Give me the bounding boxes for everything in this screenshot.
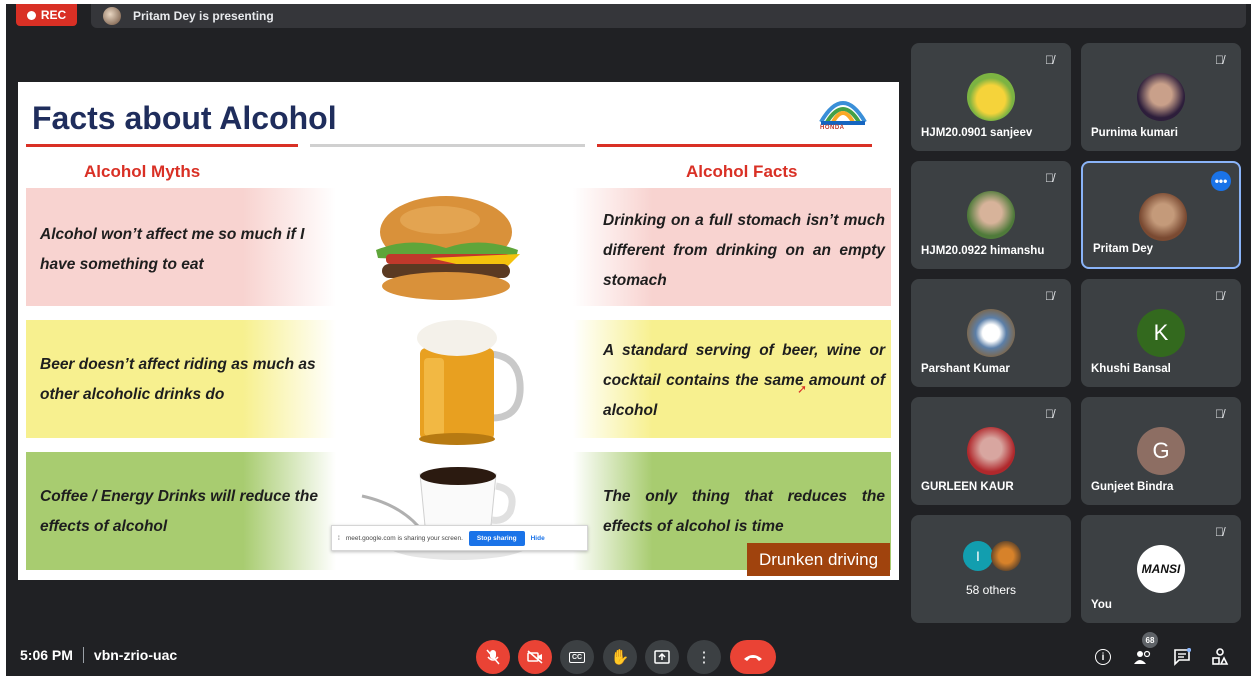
camera-off-button[interactable] — [518, 640, 552, 674]
beer-mug-image — [417, 320, 524, 445]
title-rule-left — [26, 144, 298, 147]
mic-off-button[interactable] — [476, 640, 510, 674]
share-notice-text: meet.google.com is sharing your screen. — [345, 534, 463, 542]
more-vert-icon: ⋮ — [696, 649, 712, 666]
participant-tile[interactable]: 🎙̸ K Khushi Bansal — [1081, 279, 1241, 387]
fact-text-3: The only thing that reduces the effects … — [603, 488, 885, 535]
recording-badge: REC — [16, 4, 77, 26]
closed-captions-icon: CC — [568, 651, 586, 663]
mic-off-icon: 🎙̸ — [1045, 407, 1054, 421]
info-icon: i — [1095, 649, 1111, 665]
participant-name: You — [1091, 599, 1112, 611]
hide-button[interactable]: Hide — [531, 535, 545, 542]
rec-label: REC — [40, 8, 67, 22]
participant-name: Khushi Bansal — [1091, 363, 1171, 375]
mic-off-icon: 🎙̸ — [1045, 289, 1054, 303]
meeting-code: vbn-zrio-uac — [93, 647, 178, 663]
avatar — [967, 73, 1015, 121]
myths-header: Alcohol Myths — [84, 162, 201, 181]
participant-tile[interactable]: 🎙̸ GURLEEN KAUR — [911, 397, 1071, 505]
participant-tile[interactable]: 🎙̸ Purnima kumari — [1081, 43, 1241, 151]
clock-time: 5:06 PM — [20, 647, 73, 663]
raise-hand-button[interactable]: ✋ — [603, 640, 637, 674]
captions-button[interactable]: CC — [560, 640, 594, 674]
avatar: MANSI — [1137, 545, 1185, 593]
participant-tile[interactable]: 🎙̸ HJM20.0901 sanjeev — [911, 43, 1071, 151]
meeting-info-button[interactable]: i — [1090, 644, 1116, 670]
fact-text-1: Drinking on a full stomach isn’t much di… — [603, 212, 885, 289]
leave-call-button[interactable] — [730, 640, 776, 674]
slide-title: Facts about Alcohol — [32, 100, 337, 136]
participant-name: Purnima kumari — [1091, 127, 1178, 139]
avatar: G — [1137, 427, 1185, 475]
presenting-banner[interactable]: Pritam Dey is presenting — [91, 4, 1246, 28]
mouse-cursor-icon: ➚ — [797, 382, 808, 396]
activities-button[interactable] — [1207, 644, 1233, 670]
drunken-driving-label: Drunken driving — [747, 543, 890, 576]
avatar: K — [1137, 309, 1185, 357]
fact-text-2: A standard serving of beer, wine or cock… — [603, 342, 885, 419]
others-count: 58 others — [965, 583, 1017, 597]
screen-share-notice: ⁞ meet.google.com is sharing your screen… — [331, 525, 588, 551]
avatar — [967, 191, 1015, 239]
presenter-avatar — [103, 7, 121, 25]
more-options-button[interactable]: ⋮ — [687, 640, 721, 674]
participant-tile-self[interactable]: 🎙̸ MANSI You — [1081, 515, 1241, 623]
others-avatar-1: I — [963, 541, 993, 571]
people-count-badge: 68 — [1142, 632, 1158, 648]
others-avatar-2 — [991, 541, 1021, 571]
chat-button[interactable] — [1169, 644, 1195, 670]
mic-off-icon: 🎙̸ — [1215, 525, 1224, 539]
avatar — [1139, 193, 1187, 241]
myth-text-3: Coffee / Energy Drinks will reduce the e… — [40, 488, 318, 535]
divider — [82, 647, 84, 663]
present-now-button[interactable] — [645, 640, 679, 674]
hand-icon: ✋ — [610, 649, 630, 666]
mic-off-icon: 🎙̸ — [1215, 407, 1224, 421]
presenting-text: Pritam Dey is presenting — [133, 9, 274, 23]
participant-tile[interactable]: 🎙̸ G Gunjeet Bindra — [1081, 397, 1241, 505]
people-button[interactable] — [1130, 644, 1156, 670]
participant-name: Gunjeet Bindra — [1091, 481, 1174, 493]
avatar — [1137, 73, 1185, 121]
presentation-slide: Facts about Alcohol HONDA Alcohol Myths … — [18, 82, 899, 580]
participant-tile[interactable]: 🎙̸ HJM20.0922 himanshu — [911, 161, 1071, 269]
people-icon — [1134, 650, 1151, 664]
drag-handle-icon[interactable]: ⁞ — [338, 535, 340, 542]
chat-icon — [1174, 648, 1191, 666]
participant-name: Parshant Kumar — [921, 363, 1010, 375]
activities-icon — [1212, 648, 1229, 665]
record-dot-icon — [26, 10, 36, 20]
facts-header: Alcohol Facts — [686, 162, 798, 181]
hang-up-icon — [744, 655, 762, 661]
myth-text-1: Alcohol won’t affect me so much if I hav… — [40, 226, 305, 273]
mic-off-icon — [486, 649, 500, 665]
logo-text: HONDA — [820, 125, 845, 131]
others-tile[interactable]: I 58 others — [911, 515, 1071, 623]
participant-tile[interactable]: 🎙̸ Parshant Kumar — [911, 279, 1071, 387]
avatar — [967, 309, 1015, 357]
stop-sharing-button[interactable]: Stop sharing — [468, 530, 525, 546]
avatar — [967, 427, 1015, 475]
participant-name: HJM20.0922 himanshu — [921, 245, 1045, 257]
camera-off-icon — [527, 650, 543, 664]
participant-name: Pritam Dey — [1093, 243, 1154, 255]
participant-name: GURLEEN KAUR — [921, 481, 1014, 493]
burger-image — [376, 196, 520, 300]
title-rule-middle — [310, 144, 585, 147]
more-options-icon[interactable]: ••• — [1211, 171, 1231, 191]
myth-text-2: Beer doesn’t affect riding as much as ot… — [40, 356, 316, 403]
participant-tile[interactable]: ••• Pritam Dey — [1081, 161, 1241, 269]
mic-off-icon: 🎙̸ — [1045, 53, 1054, 67]
participant-name: HJM20.0901 sanjeev — [921, 127, 1033, 139]
mic-off-icon: 🎙̸ — [1215, 289, 1224, 303]
mic-off-icon: 🎙̸ — [1215, 53, 1224, 67]
title-rule-right — [597, 144, 872, 147]
meet-window: REC Pritam Dey is presenting Facts about… — [6, 4, 1251, 676]
mic-off-icon: 🎙̸ — [1045, 171, 1054, 185]
present-screen-icon — [654, 650, 670, 664]
meeting-details: 5:06 PM vbn-zrio-uac — [20, 647, 177, 663]
